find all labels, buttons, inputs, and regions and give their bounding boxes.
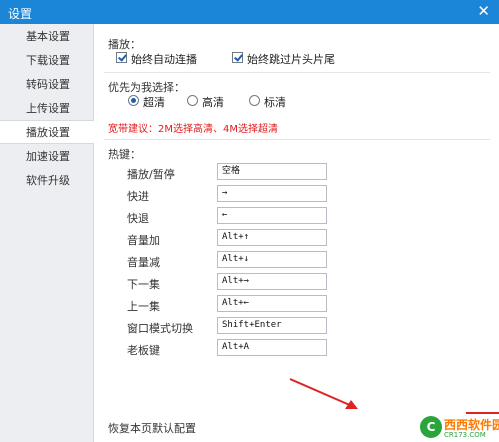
watermark-logo-icon: C: [420, 416, 442, 438]
watermark-site: CR173.COM: [444, 431, 486, 439]
annotation-arrow-icon: [289, 378, 358, 409]
watermark-logo: C 西西软件园 CR173.COM: [420, 414, 499, 442]
